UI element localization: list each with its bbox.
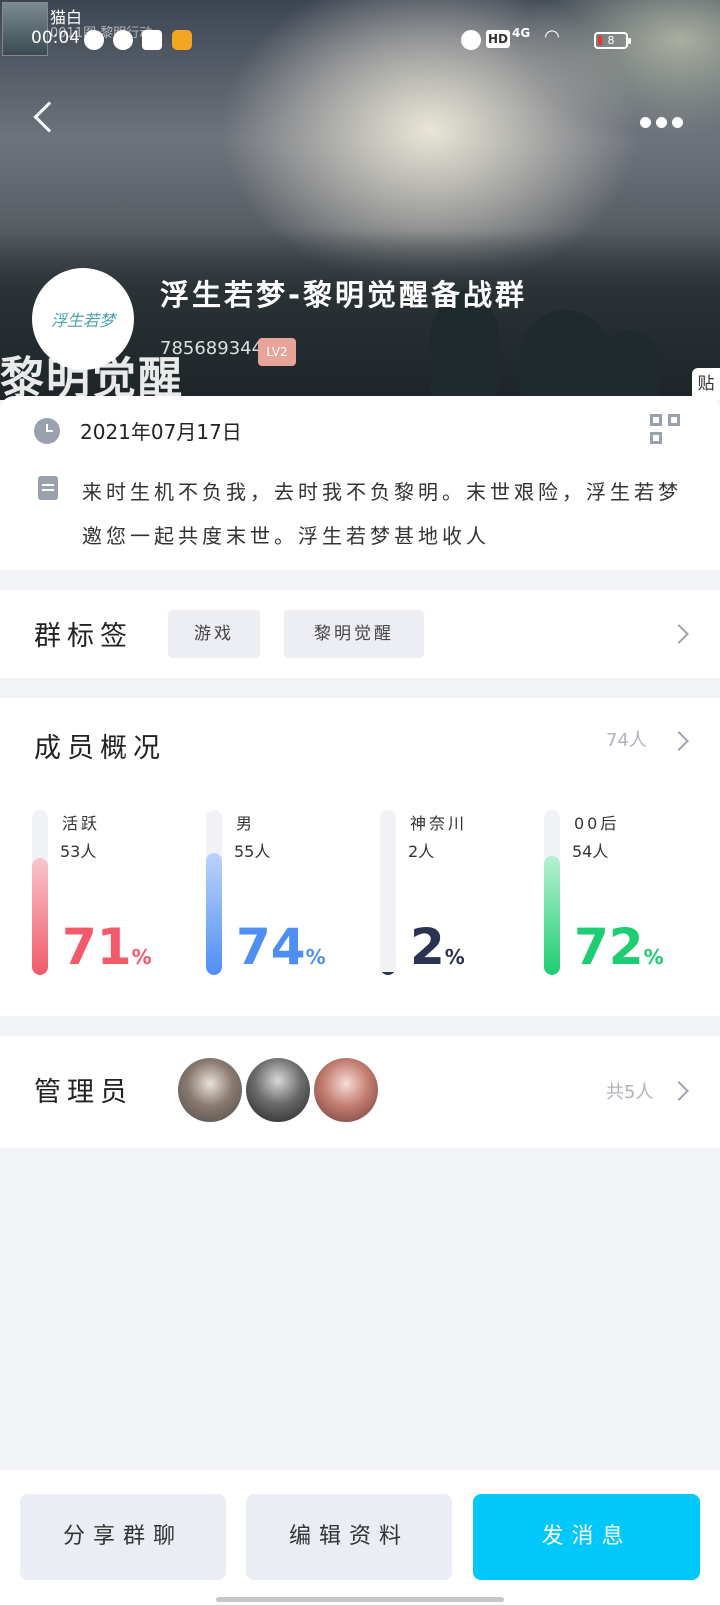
app-notification-icon [84, 30, 104, 50]
stat-bar-track [380, 810, 396, 975]
stat-active: 活跃 53人 71% [32, 810, 182, 976]
stat-percent: 2% [410, 918, 465, 976]
stat-count: 54人 [572, 842, 609, 861]
admin-count: 共5人 [606, 1082, 654, 1103]
description-icon [38, 476, 58, 500]
stat-count: 53人 [60, 842, 97, 861]
admins-title: 管理员 [34, 1077, 133, 1108]
admin-avatar[interactable] [246, 1058, 310, 1122]
tag-chip: 黎明觉醒 [284, 610, 424, 658]
stat-count: 55人 [234, 842, 271, 861]
admins-row[interactable]: 管理员 共5人 [0, 1036, 720, 1148]
app-notification-icon [113, 30, 133, 50]
chevron-left-icon [33, 101, 65, 133]
chevron-right-icon [669, 624, 689, 644]
more-options-button[interactable] [636, 104, 688, 140]
wifi-icon: ◠ [545, 26, 559, 47]
chevron-right-icon [669, 731, 689, 751]
dot [656, 117, 667, 128]
battery-icon: 8 [594, 32, 631, 49]
stat-bar-fill [544, 856, 560, 975]
admin-avatar[interactable] [314, 1058, 378, 1122]
member-count: 74人 [606, 730, 647, 751]
signal-icon: 4G [512, 26, 531, 40]
group-name: 浮生若梦-黎明觉醒备战群 [160, 278, 528, 312]
dot [640, 117, 651, 128]
header-banner: 黎明觉醒 贴 猫白 0011图 黎明行动 00:04 HD 4G ◠ 8 浮生若… [0, 0, 720, 400]
app-notification-icon [172, 30, 192, 50]
group-info-card: 2021年07月17日 来时生机不负我，去时我不负黎明。末世艰险，浮生若梦邀您一… [0, 396, 720, 570]
qr-block [650, 432, 662, 444]
banner-tree [520, 310, 610, 400]
stat-bar-fill [206, 852, 222, 975]
group-avatar[interactable]: 浮生若梦 [32, 268, 134, 370]
members-title: 成员概况 [34, 733, 166, 764]
chevron-right-icon [669, 1081, 689, 1101]
share-group-button[interactable]: 分享群聊 [20, 1494, 226, 1580]
qr-block [668, 414, 680, 426]
stat-percent: 72% [574, 918, 664, 976]
level-badge: LV2 [258, 338, 296, 366]
stat-bar-fill [32, 857, 48, 975]
banner-tree [600, 330, 660, 400]
stat-label: 活跃 [62, 814, 101, 833]
status-bar: 猫白 0011图 黎明行动 00:04 HD 4G ◠ 8 [0, 2, 720, 60]
tags-title: 群标签 [34, 621, 133, 652]
bottom-action-bar: 分享群聊 编辑资料 发消息 [0, 1470, 720, 1605]
dot [672, 117, 683, 128]
stat-region: 神奈川 2人 2% [380, 810, 530, 976]
qr-code-icon[interactable] [650, 414, 682, 446]
stat-bar-track [32, 810, 48, 975]
stat-bar-fill [380, 971, 396, 975]
back-button[interactable] [28, 98, 65, 142]
stat-bar-track [206, 810, 222, 975]
members-overview-card[interactable]: 成员概况 74人 活跃 53人 71% 男 55人 74% 神奈川 2人 2% … [0, 698, 720, 1016]
tag-chip: 游戏 [168, 610, 260, 658]
group-tags-row[interactable]: 群标签 游戏 黎明觉醒 [0, 590, 720, 678]
stat-bar-track [544, 810, 560, 975]
stat-count: 2人 [408, 842, 435, 861]
group-description: 来时生机不负我，去时我不负黎明。末世艰险，浮生若梦邀您一起共度末世。浮生若梦甚地… [82, 480, 682, 548]
qr-block [650, 414, 662, 426]
stat-percent: 74% [236, 918, 326, 976]
home-indicator [216, 1597, 504, 1602]
group-id: 785689344 [160, 338, 264, 359]
edit-profile-button[interactable]: 编辑资料 [246, 1494, 452, 1580]
stat-label: 男 [236, 814, 256, 833]
stat-label: 神奈川 [410, 814, 468, 833]
stat-age: 00后 54人 72% [544, 810, 694, 976]
hd-icon: HD [486, 30, 511, 48]
status-time: 00:04 [31, 28, 80, 48]
created-date: 2021年07月17日 [80, 420, 242, 444]
admin-avatar[interactable] [178, 1058, 242, 1122]
stat-label: 00后 [574, 814, 620, 833]
stat-percent: 71% [62, 918, 152, 976]
clock-icon [34, 418, 60, 444]
alarm-icon [461, 30, 481, 50]
message-notification-icon [142, 30, 162, 50]
stat-male: 男 55人 74% [206, 810, 356, 976]
send-message-button[interactable]: 发消息 [473, 1494, 700, 1580]
